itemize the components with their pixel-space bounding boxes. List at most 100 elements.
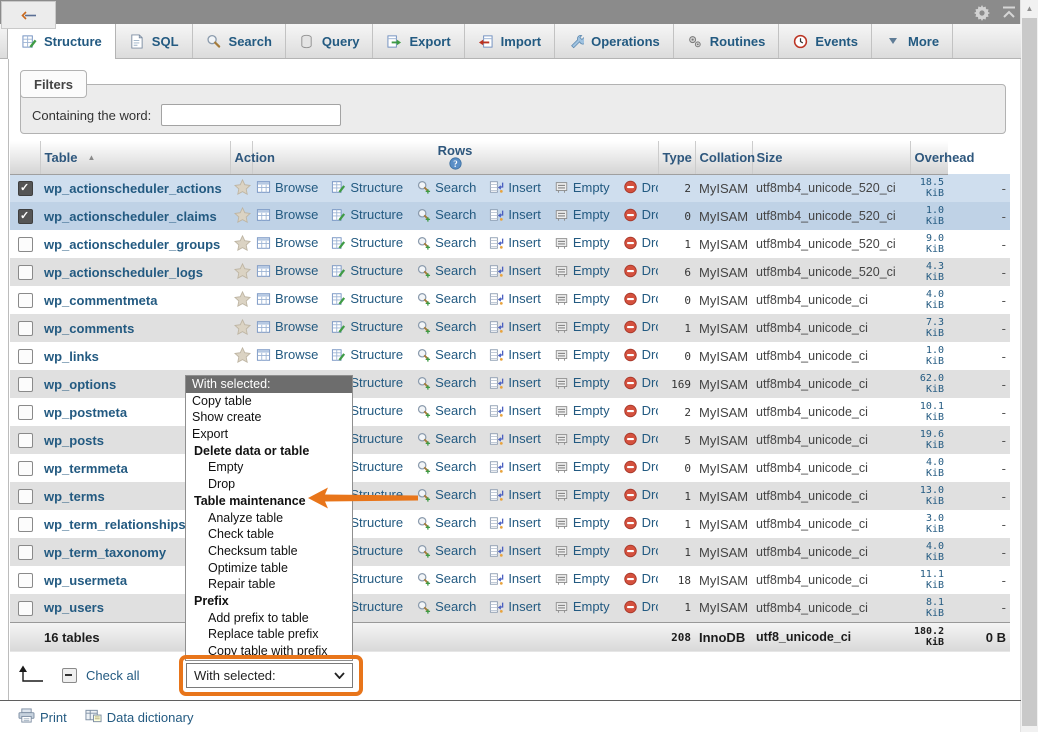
row-checkbox[interactable]: [18, 433, 33, 448]
check-all-checkbox[interactable]: [62, 668, 77, 683]
action-browse-link[interactable]: Browse: [256, 319, 318, 334]
action-structure-link[interactable]: Structure: [331, 180, 403, 195]
action-insert-link[interactable]: Insert: [489, 515, 541, 530]
table-name-link[interactable]: wp_options: [44, 377, 116, 392]
row-checkbox[interactable]: [18, 405, 33, 420]
action-empty-link[interactable]: Empty: [554, 599, 610, 614]
action-drop-link[interactable]: Drop: [623, 375, 658, 390]
tab-import[interactable]: Import: [465, 24, 555, 58]
table-name-link[interactable]: wp_postmeta: [44, 405, 127, 420]
scrollbar-thumb[interactable]: [1022, 18, 1037, 726]
action-insert-link[interactable]: Insert: [489, 403, 541, 418]
check-all-link[interactable]: Check all: [86, 668, 139, 683]
tab-routines[interactable]: Routines: [674, 24, 780, 58]
row-checkbox[interactable]: [18, 377, 33, 392]
header-table[interactable]: Table▲: [40, 141, 230, 174]
dropdown-option-delete-data-or-table[interactable]: Delete data or table: [186, 443, 352, 460]
dropdown-option-show-create[interactable]: Show create: [186, 409, 352, 426]
action-search-link[interactable]: Search: [416, 347, 476, 362]
dropdown-option-checksum-table[interactable]: Checksum table: [186, 543, 352, 560]
action-insert-link[interactable]: Insert: [489, 375, 541, 390]
action-drop-link[interactable]: Drop: [623, 571, 658, 586]
vertical-scrollbar[interactable]: ▲: [1020, 0, 1038, 732]
action-search-link[interactable]: Search: [416, 487, 476, 502]
action-insert-link[interactable]: Insert: [489, 487, 541, 502]
action-empty-link[interactable]: Empty: [554, 207, 610, 222]
action-browse-link[interactable]: Browse: [256, 291, 318, 306]
action-search-link[interactable]: Search: [416, 375, 476, 390]
row-checkbox[interactable]: [18, 489, 33, 504]
action-empty-link[interactable]: Empty: [554, 431, 610, 446]
row-checkbox[interactable]: [18, 293, 33, 308]
action-search-link[interactable]: Search: [416, 263, 476, 278]
action-search-link[interactable]: Search: [416, 291, 476, 306]
action-insert-link[interactable]: Insert: [489, 571, 541, 586]
table-name-link[interactable]: wp_commentmeta: [44, 293, 157, 308]
action-search-link[interactable]: Search: [416, 403, 476, 418]
row-checkbox[interactable]: [18, 461, 33, 476]
action-structure-link[interactable]: Structure: [331, 263, 403, 278]
action-empty-link[interactable]: Empty: [554, 375, 610, 390]
action-drop-link[interactable]: Drop: [623, 515, 658, 530]
row-checkbox[interactable]: [18, 545, 33, 560]
action-insert-link[interactable]: Insert: [489, 263, 541, 278]
action-structure-link[interactable]: Structure: [331, 291, 403, 306]
tab-operations[interactable]: Operations: [555, 24, 674, 58]
action-empty-link[interactable]: Empty: [554, 487, 610, 502]
action-drop-link[interactable]: Drop: [623, 263, 658, 278]
table-name-link[interactable]: wp_actionscheduler_claims: [44, 209, 217, 224]
help-icon[interactable]: ?: [449, 157, 462, 172]
dropdown-option-repair-table[interactable]: Repair table: [186, 576, 352, 593]
dropdown-option-drop[interactable]: Drop: [186, 476, 352, 493]
action-search-link[interactable]: Search: [416, 180, 476, 195]
favorite-star-icon[interactable]: [234, 323, 251, 338]
dropdown-option-check-table[interactable]: Check table: [186, 526, 352, 543]
row-checkbox[interactable]: [18, 517, 33, 532]
action-drop-link[interactable]: Drop: [623, 599, 658, 614]
action-search-link[interactable]: Search: [416, 543, 476, 558]
action-search-link[interactable]: Search: [416, 571, 476, 586]
action-empty-link[interactable]: Empty: [554, 263, 610, 278]
action-structure-link[interactable]: Structure: [331, 319, 403, 334]
action-drop-link[interactable]: Drop: [623, 459, 658, 474]
dropdown-option-with-selected[interactable]: With selected:: [186, 376, 352, 393]
action-drop-link[interactable]: Drop: [623, 291, 658, 306]
action-empty-link[interactable]: Empty: [554, 180, 610, 195]
row-checkbox[interactable]: [18, 181, 33, 196]
table-name-link[interactable]: wp_actionscheduler_logs: [44, 265, 203, 280]
row-checkbox[interactable]: [18, 601, 33, 616]
tab-search[interactable]: Search: [193, 24, 286, 58]
action-drop-link[interactable]: Drop: [623, 347, 658, 362]
table-name-link[interactable]: wp_actionscheduler_actions: [44, 181, 222, 196]
action-search-link[interactable]: Search: [416, 207, 476, 222]
action-structure-link[interactable]: Structure: [331, 207, 403, 222]
tab-structure[interactable]: Structure: [7, 24, 116, 59]
action-structure-link[interactable]: Structure: [331, 347, 403, 362]
action-empty-link[interactable]: Empty: [554, 571, 610, 586]
action-drop-link[interactable]: Drop: [623, 319, 658, 334]
row-checkbox[interactable]: [18, 237, 33, 252]
tab-export[interactable]: Export: [373, 24, 464, 58]
dropdown-option-copy-table-with-prefix[interactable]: Copy table with prefix: [186, 643, 352, 660]
dropdown-option-optimize-table[interactable]: Optimize table: [186, 560, 352, 577]
action-insert-link[interactable]: Insert: [489, 431, 541, 446]
table-name-link[interactable]: wp_term_relationships: [44, 517, 186, 532]
table-name-link[interactable]: wp_terms: [44, 489, 105, 504]
favorite-star-icon[interactable]: [234, 183, 251, 198]
table-name-link[interactable]: wp_comments: [44, 321, 134, 336]
action-browse-link[interactable]: Browse: [256, 347, 318, 362]
table-name-link[interactable]: wp_usermeta: [44, 573, 127, 588]
action-browse-link[interactable]: Browse: [256, 263, 318, 278]
action-empty-link[interactable]: Empty: [554, 515, 610, 530]
action-insert-link[interactable]: Insert: [489, 291, 541, 306]
dropdown-option-replace-table-prefix[interactable]: Replace table prefix: [186, 626, 352, 643]
settings-gear-icon[interactable]: [973, 4, 991, 21]
with-selected-select[interactable]: With selected:: [186, 663, 353, 688]
dropdown-option-analyze-table[interactable]: Analyze table: [186, 510, 352, 527]
collapse-top-icon[interactable]: [1000, 4, 1018, 21]
action-drop-link[interactable]: Drop: [623, 180, 658, 195]
back-button[interactable]: [1, 1, 56, 29]
dropdown-option-empty[interactable]: Empty: [186, 459, 352, 476]
action-drop-link[interactable]: Drop: [623, 431, 658, 446]
favorite-star-icon[interactable]: [234, 295, 251, 310]
